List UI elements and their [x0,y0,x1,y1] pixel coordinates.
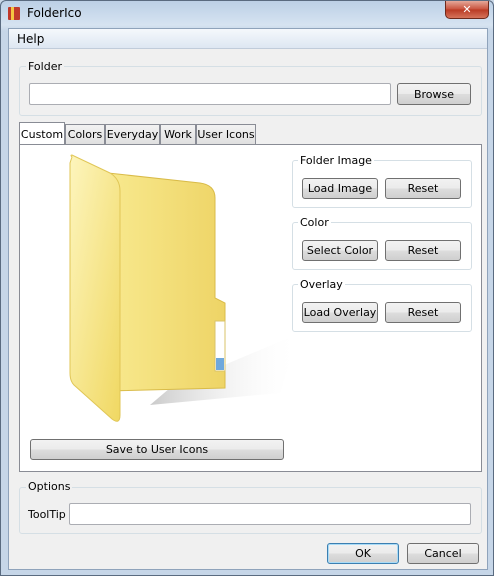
reset-overlay-button[interactable]: Reset [385,302,461,323]
load-overlay-button[interactable]: Load Overlay [302,302,378,323]
browse-button[interactable]: Browse [397,83,471,105]
title-bar[interactable]: FolderIco ✕ [1,1,493,27]
tab-everyday[interactable]: Everyday [105,124,160,144]
tooltip-input[interactable] [69,503,471,525]
tab-work[interactable]: Work [160,124,196,144]
cancel-button[interactable]: Cancel [407,543,479,564]
menu-bar: Help [9,29,487,49]
options-group-title: Options [26,480,73,493]
reset-image-button[interactable]: Reset [385,178,461,199]
custom-tab-panel: Folder Image Load Image Reset Color Sele… [19,144,482,472]
client-area: Help Folder Browse Custom Colors Everyda… [8,28,488,570]
menu-help[interactable]: Help [17,32,44,46]
reset-color-button[interactable]: Reset [385,240,461,261]
window-title: FolderIco [27,6,82,20]
overlay-group-title: Overlay [298,278,345,291]
tab-colors[interactable]: Colors [65,124,105,144]
tooltip-label: ToolTip [28,508,66,521]
folder-icon [69,154,300,422]
save-to-user-icons-button[interactable]: Save to User Icons [30,439,284,460]
app-icon [8,7,20,20]
folderico-window: FolderIco ✕ Help Folder Browse Custom Co… [0,0,494,576]
tab-user-icons[interactable]: User Icons [196,124,256,144]
select-color-button[interactable]: Select Color [302,240,378,261]
tab-custom[interactable]: Custom [19,122,65,145]
folder-image-group-title: Folder Image [298,154,374,167]
color-group-title: Color [298,216,331,229]
close-button[interactable]: ✕ [445,1,489,19]
load-image-button[interactable]: Load Image [302,178,378,199]
close-icon: ✕ [462,3,472,16]
folder-path-input[interactable] [29,83,391,105]
ok-button[interactable]: OK [327,543,399,564]
folder-group-title: Folder [26,60,64,73]
